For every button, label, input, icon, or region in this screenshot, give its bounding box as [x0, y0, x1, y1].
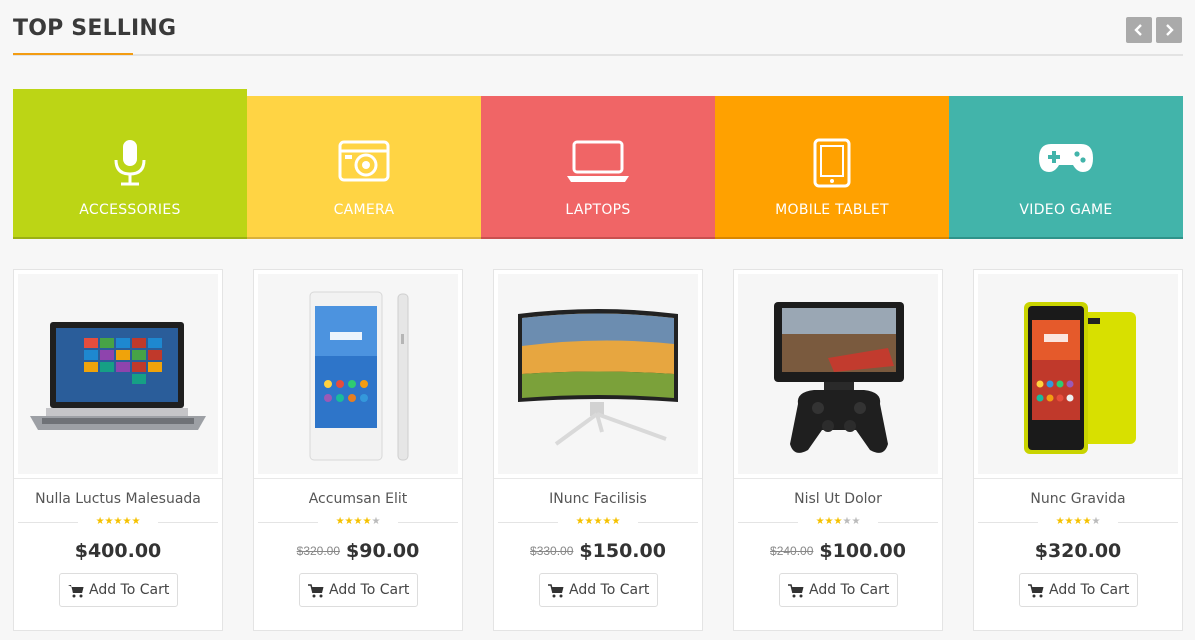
product-image[interactable]	[498, 274, 698, 474]
category-label: ACCESSORIES	[79, 202, 181, 218]
divider	[638, 522, 698, 523]
add-to-cart-label: Add To Cart	[809, 582, 890, 598]
price-row: $400.00	[14, 540, 222, 562]
product-rating: ★★★★★	[738, 516, 938, 528]
divider	[18, 522, 78, 523]
product-rating: ★★★★★	[18, 516, 218, 528]
divider	[14, 478, 222, 479]
add-to-cart-button[interactable]: Add To Cart	[779, 573, 898, 607]
section-header: TOP SELLING	[13, 0, 1183, 56]
product-name[interactable]: Nisl Ut Dolor	[734, 491, 942, 507]
add-to-cart-button[interactable]: Add To Cart	[299, 573, 418, 607]
category-mobile-tablet[interactable]: MOBILE TABLET	[715, 96, 949, 239]
product-price: $400.00	[74, 540, 162, 562]
divider	[398, 522, 458, 523]
category-laptops[interactable]: LAPTOPS	[481, 96, 715, 239]
monitor-image	[518, 309, 678, 446]
yellow-phone-image	[1024, 302, 1136, 454]
add-to-cart-label: Add To Cart	[569, 582, 650, 598]
add-to-cart-label: Add To Cart	[1049, 582, 1130, 598]
product-name[interactable]: Nulla Luctus Malesuada	[14, 491, 222, 507]
price-row: $320.00 $90.00	[254, 540, 462, 562]
price-row: $320.00	[974, 540, 1182, 562]
product-image[interactable]	[258, 274, 458, 474]
divider	[494, 478, 702, 479]
old-price: $240.00	[770, 544, 814, 558]
add-to-cart-label: Add To Cart	[329, 582, 410, 598]
product-name[interactable]: INunc Facilisis	[494, 491, 702, 507]
product-image[interactable]	[978, 274, 1178, 474]
microphone-icon	[114, 140, 146, 186]
product-card[interactable]: INunc Facilisis ★★★★★ $330.00 $150.00 Add…	[493, 269, 703, 631]
category-label: MOBILE TABLET	[775, 202, 889, 218]
product-price: $90.00	[346, 540, 420, 562]
cart-icon	[68, 585, 84, 598]
next-button[interactable]	[1156, 17, 1182, 43]
product-image[interactable]	[18, 274, 218, 474]
star-rating: ★★★★★	[1055, 516, 1101, 527]
divider	[498, 522, 558, 523]
phone-controller-image	[774, 302, 904, 453]
star-rating: ★★★★★	[95, 516, 141, 527]
category-camera[interactable]: CAMERA	[247, 96, 481, 239]
cart-icon	[1028, 584, 1044, 598]
category-video-game[interactable]: VIDEO GAME	[949, 96, 1183, 239]
price-row: $330.00 $150.00	[494, 540, 702, 562]
divider	[974, 478, 1182, 479]
product-card[interactable]: Accumsan Elit ★★★★★ $320.00 $90.00 Add To…	[253, 269, 463, 631]
star-rating: ★★★★★	[575, 516, 621, 527]
product-rating: ★★★★★	[498, 516, 698, 528]
divider	[878, 522, 938, 523]
old-price: $330.00	[530, 544, 574, 558]
smartphone-image	[309, 291, 409, 461]
category-label: VIDEO GAME	[1019, 202, 1113, 218]
add-to-cart-button[interactable]: Add To Cart	[59, 573, 178, 607]
chevron-left-icon	[1134, 24, 1142, 36]
price-row: $240.00 $100.00	[734, 540, 942, 562]
add-to-cart-button[interactable]: Add To Cart	[1019, 573, 1138, 607]
camera-icon	[338, 140, 390, 182]
product-price: $320.00	[1034, 540, 1122, 562]
product-name[interactable]: Accumsan Elit	[254, 491, 462, 507]
gamepad-icon	[1039, 144, 1093, 172]
product-rating: ★★★★★	[978, 516, 1178, 528]
product-rating: ★★★★★	[258, 516, 458, 528]
product-price: $100.00	[819, 540, 906, 562]
product-price: $150.00	[579, 540, 666, 562]
product-card[interactable]: Nunc Gravida ★★★★★ $320.00 Add To Cart	[973, 269, 1183, 631]
add-to-cart-label: Add To Cart	[89, 582, 170, 598]
divider	[254, 478, 462, 479]
category-label: CAMERA	[333, 202, 395, 218]
product-card[interactable]: Nulla Luctus Malesuada ★★★★★ $400.00 Add…	[13, 269, 223, 631]
laptop-image	[30, 322, 206, 430]
add-to-cart-button[interactable]: Add To Cart	[539, 573, 658, 607]
divider	[738, 522, 798, 523]
divider	[734, 478, 942, 479]
product-list: Nulla Luctus Malesuada ★★★★★ $400.00 Add…	[13, 269, 1183, 631]
category-accessories[interactable]: ACCESSORIES	[13, 89, 247, 239]
product-image[interactable]	[738, 274, 938, 474]
product-name[interactable]: Nunc Gravida	[974, 491, 1182, 507]
chevron-right-icon	[1166, 24, 1174, 36]
cart-icon	[308, 584, 324, 598]
section-title: TOP SELLING	[13, 16, 177, 41]
prev-button[interactable]	[1126, 17, 1152, 43]
divider	[258, 522, 318, 523]
tablet-icon	[813, 138, 851, 188]
star-rating: ★★★★★	[335, 516, 381, 527]
category-bar: ACCESSORIES CAMERA LAPTOPS MOBILE TABLET	[13, 89, 1183, 239]
divider	[1118, 522, 1178, 523]
product-card[interactable]: Nisl Ut Dolor ★★★★★ $240.00 $100.00 Add T…	[733, 269, 943, 631]
title-underline	[13, 53, 133, 55]
category-label: LAPTOPS	[565, 202, 631, 218]
divider	[158, 522, 218, 523]
cart-icon	[548, 584, 564, 598]
star-rating: ★★★★★	[815, 516, 861, 527]
cart-icon	[788, 584, 804, 598]
old-price: $320.00	[296, 544, 341, 558]
laptop-icon	[567, 140, 629, 182]
divider	[978, 522, 1038, 523]
